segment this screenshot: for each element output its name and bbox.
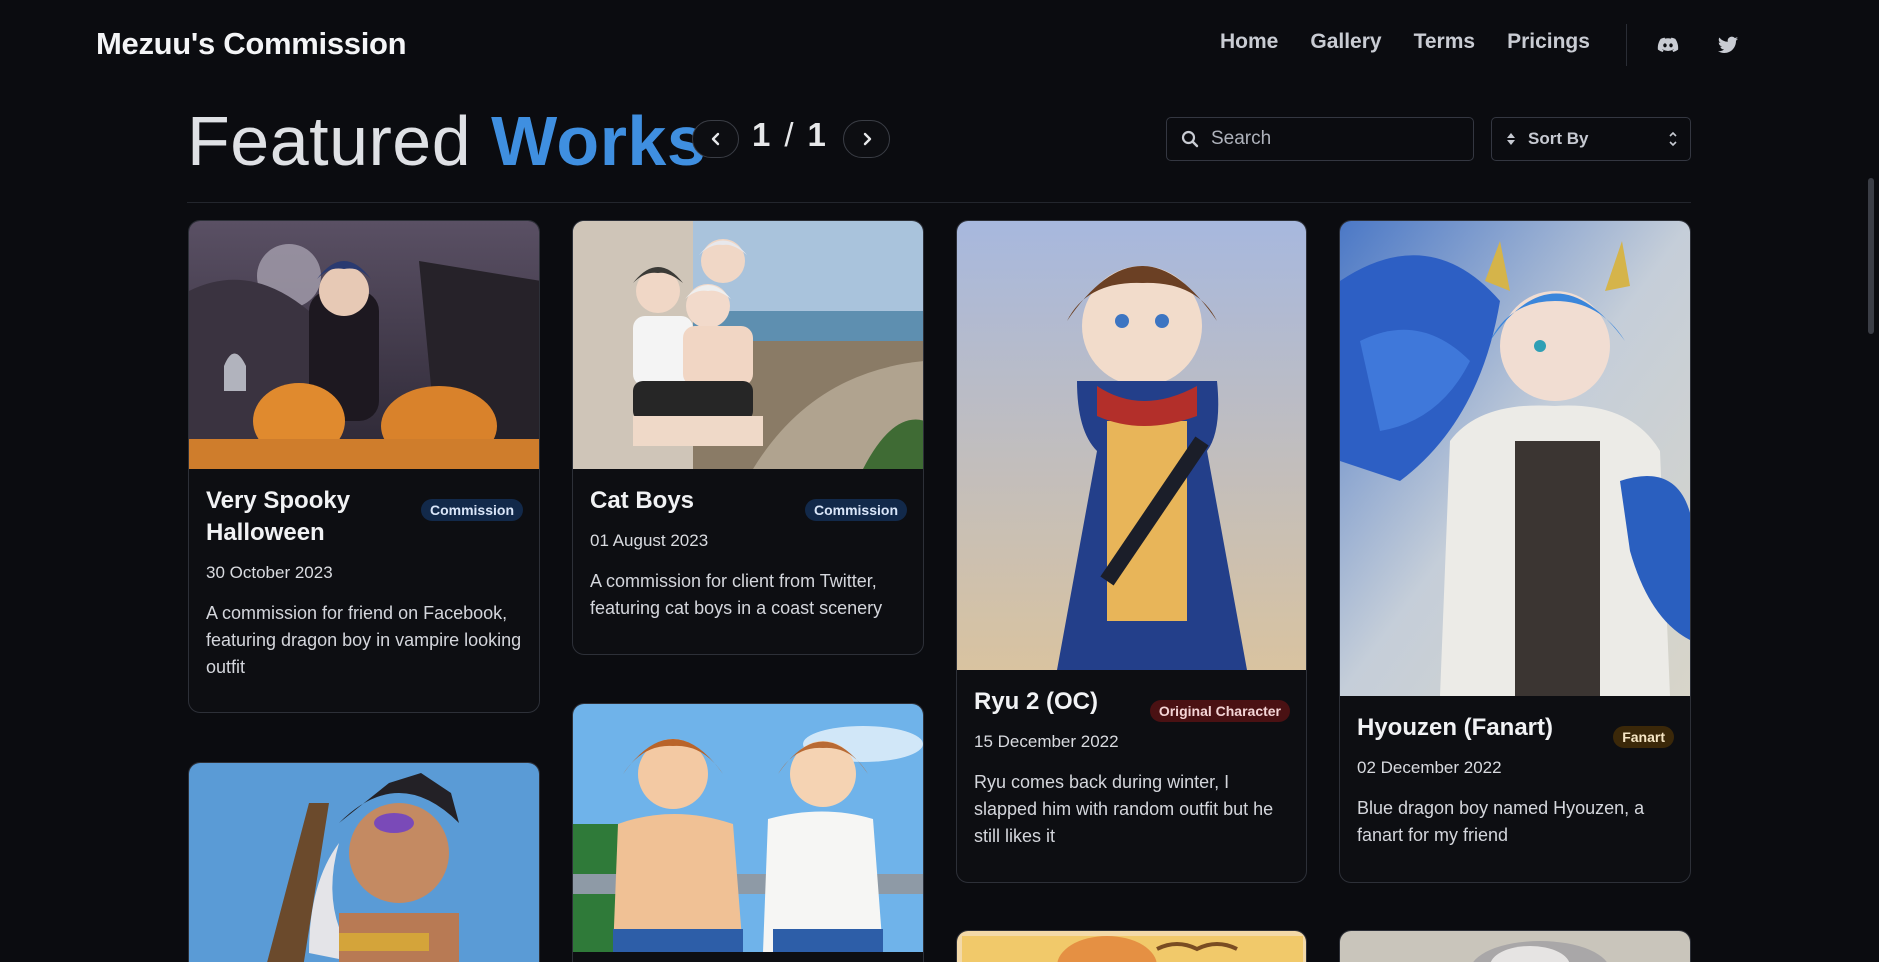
current-page: 1 [752,116,771,153]
brand-logo[interactable]: Mezuu's Commission [96,26,407,62]
twitter-icon[interactable] [1717,34,1739,56]
discord-icon[interactable] [1657,34,1679,56]
total-pages: 1 [807,116,826,153]
sort-icon [1507,133,1515,145]
nav-terms[interactable]: Terms [1414,30,1475,54]
card-date: 15 December 2022 [974,732,1119,751]
header-divider [187,202,1691,203]
card-title: Cat Boys [590,487,695,514]
category-badge: Commission [804,499,907,521]
chevron-left-icon [711,132,719,146]
card-body: Very Spooky Halloween Commission 30 Octo… [189,469,539,697]
page-title-plain: Featured [187,102,472,180]
card-body: Cat Boys Commission 01 August 2023 A com… [573,469,923,638]
card-description: A commission for friend on Facebook, fea… [206,603,522,677]
page-indicator: 1 / 1 [752,116,826,154]
card-title: Very Spooky Halloween [206,487,351,546]
select-arrows-icon [1669,131,1677,147]
card-date: 30 October 2023 [206,563,333,582]
work-card[interactable] [188,762,540,962]
next-page-button[interactable] [843,120,890,158]
work-image-halloween [189,221,539,469]
card-title: Hyouzen (Fanart) [1357,714,1554,741]
nav-pricings[interactable]: Pricings [1507,30,1590,54]
page-separator: / [784,116,794,153]
page-scrollbar[interactable] [1868,178,1874,334]
category-badge: Fanart [1613,726,1674,748]
card-body: Hyouzen (Fanart) Fanart 02 December 2022… [1340,696,1690,865]
search-box [1166,117,1474,161]
card-description: Ryu comes back during winter, I slapped … [974,772,1274,846]
nav-gallery[interactable]: Gallery [1310,30,1381,54]
work-card[interactable]: Ryu 2 (OC) Original Character 15 Decembe… [956,220,1307,883]
card-body: Ryu 2 (OC) Original Character 15 Decembe… [957,670,1306,866]
work-card[interactable] [956,930,1307,962]
work-card[interactable]: Hyouzen (Fanart) Fanart 02 December 2022… [1339,220,1691,883]
card-date: 02 December 2022 [1357,758,1502,777]
work-card[interactable]: Cat Boys Commission 01 August 2023 A com… [572,220,924,655]
category-badge: Original Character [1149,700,1290,722]
nav-home[interactable]: Home [1220,30,1278,54]
work-image-birthday [957,931,1306,962]
card-title: Ryu 2 (OC) [974,688,1099,715]
prev-page-button[interactable] [692,120,739,158]
chevron-right-icon [863,132,871,146]
card-description: A commission for client from Twitter, fe… [590,571,883,618]
card-description: Blue dragon boy named Hyouzen, a fanart … [1357,798,1645,845]
work-card[interactable] [572,703,924,962]
work-image-silver-hair [1340,931,1690,962]
card-date: 01 August 2023 [590,531,709,550]
page-title-accent: Works [491,102,707,180]
sort-select[interactable]: Sort By [1491,117,1691,161]
top-navbar: Mezuu's Commission Home Gallery Terms Pr… [0,0,1879,90]
work-image-ryu [957,221,1306,670]
page-title: Featured Works [187,96,706,186]
work-card[interactable]: Very Spooky Halloween Commission 30 Octo… [188,220,540,713]
nav-links: Home Gallery Terms Pricings [1220,30,1622,54]
work-image-egyptian [189,763,539,962]
work-image-cat-boys [573,221,923,469]
category-badge: Commission [420,499,523,521]
work-image-hyouzen [1340,221,1690,696]
search-input[interactable] [1211,128,1451,150]
nav-divider [1626,24,1627,66]
work-image-beach-boys [573,704,923,952]
sort-label: Sort By [1528,129,1589,148]
search-icon [1181,130,1199,148]
work-card[interactable] [1339,930,1691,962]
